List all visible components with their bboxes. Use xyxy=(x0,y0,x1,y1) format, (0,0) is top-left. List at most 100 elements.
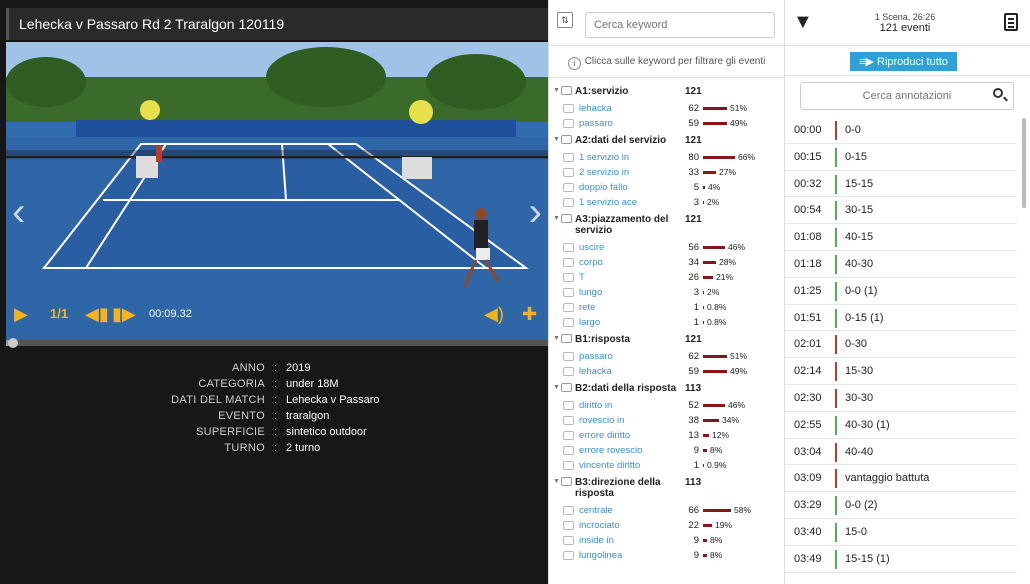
events-scrollbar[interactable] xyxy=(1022,118,1026,208)
keyword-item[interactable]: centrale 66 58% xyxy=(549,503,784,518)
video-player[interactable]: ‹ › ▶ 1/1 ◀▮ ▮▶ 00:09.32 ◀) ✚ xyxy=(6,42,548,340)
collapse-triangle-icon[interactable]: ▼ xyxy=(553,384,560,391)
previous-arrow-icon[interactable]: ‹ xyxy=(12,192,25,232)
sort-icon[interactable]: ⇅ xyxy=(557,12,573,28)
event-row[interactable]: 01:18 40-30 xyxy=(785,251,1017,278)
keyword-item[interactable]: passaro 59 49% xyxy=(549,116,784,131)
keyword-item[interactable]: 2 servizio in 33 27% xyxy=(549,165,784,180)
keyword-item[interactable]: passaro 62 51% xyxy=(549,349,784,364)
event-row[interactable]: 00:54 30-15 xyxy=(785,197,1017,225)
keyword-group-header[interactable]: ▼ A2:dati del servizio 121 xyxy=(549,131,784,150)
metadata-separator: : xyxy=(274,394,278,406)
collapse-triangle-icon[interactable]: ▼ xyxy=(553,136,560,143)
keyword-item[interactable]: lungolinea 9 8% xyxy=(549,548,784,563)
keyword-item[interactable]: doppio fallo 5 4% xyxy=(549,180,784,195)
keyword-item[interactable]: 1 servizio ace 3 2% xyxy=(549,195,784,210)
event-label: 0-15 xyxy=(845,150,868,163)
video-title: Lehecka v Passaro Rd 2 Traralgon 120119 xyxy=(6,8,548,40)
keyword-item[interactable]: diritto in 52 46% xyxy=(549,398,784,413)
keyword-search-input[interactable] xyxy=(585,12,775,38)
metadata-row: SUPERFICIE: sintetico outdoor xyxy=(0,426,548,442)
speed-button[interactable]: 1/1 xyxy=(50,306,68,321)
keyword-percent: 51% xyxy=(730,103,748,113)
event-row[interactable]: 02:55 40-30 (1) xyxy=(785,412,1017,439)
collapse-triangle-icon[interactable]: ▼ xyxy=(553,87,560,94)
keyword-count: 13 xyxy=(688,430,699,441)
keyword-percent: 46% xyxy=(728,242,746,252)
keyword-count: 9 xyxy=(693,535,699,546)
keyword-item[interactable]: lehacka 59 49% xyxy=(549,364,784,379)
step-forward-icon[interactable]: ▮▶ xyxy=(112,304,136,325)
keyword-item[interactable]: lungo 3 2% xyxy=(549,285,784,300)
keyword-bar xyxy=(703,404,725,407)
play-all-button[interactable]: ≡▶ Riproduci tutto xyxy=(850,52,957,71)
keyword-group-label: A2:dati del servizio xyxy=(575,135,667,146)
collapse-triangle-icon[interactable]: ▼ xyxy=(553,335,560,342)
event-row[interactable]: 03:04 40-40 xyxy=(785,439,1017,466)
event-row[interactable]: 03:40 15-0 xyxy=(785,519,1017,546)
event-row[interactable]: 01:08 40-15 xyxy=(785,224,1017,251)
keyword-item[interactable]: errore rovescio 9 8% xyxy=(549,443,784,458)
annotation-search-input[interactable] xyxy=(800,82,1014,110)
keyword-item[interactable]: corpo 34 28% xyxy=(549,255,784,270)
keyword-item[interactable]: uscire 56 46% xyxy=(549,240,784,255)
progress-handle[interactable] xyxy=(8,338,19,348)
keyword-percent: 21% xyxy=(716,272,734,282)
keyword-name: errore diritto xyxy=(579,430,631,441)
volume-icon[interactable]: ◀) xyxy=(484,304,504,325)
collapse-triangle-icon[interactable]: ▼ xyxy=(553,478,560,485)
keyword-group-header[interactable]: ▼ B2:dati della risposta 113 xyxy=(549,379,784,398)
event-row[interactable]: 01:25 0-0 (1) xyxy=(785,278,1017,305)
collapse-triangle-icon[interactable]: ▼ xyxy=(553,215,560,222)
keyword-item[interactable]: vincente diritto 1 0.9% xyxy=(549,458,784,473)
keyword-name: vincente diritto xyxy=(579,460,641,471)
event-row[interactable]: 03:09 vantaggio battuta xyxy=(785,465,1017,493)
list-icon[interactable] xyxy=(1004,13,1018,31)
keyword-group-header[interactable]: ▼ B3:direzione della risposta 113 xyxy=(549,473,784,503)
event-time: 03:04 xyxy=(794,445,822,458)
play-icon[interactable]: ▶ xyxy=(14,304,28,325)
keyword-group-count: 121 xyxy=(685,135,702,146)
keyword-count: 56 xyxy=(688,242,699,253)
keyword-item[interactable]: 1 servizio in 80 66% xyxy=(549,150,784,165)
keyword-group-header[interactable]: ▼ A1:servizio 121 xyxy=(549,82,784,101)
keyword-name: incrociato xyxy=(579,520,620,531)
keyword-item[interactable]: incrociato 22 19% xyxy=(549,518,784,533)
keyword-item[interactable]: largo 1 0.8% xyxy=(549,315,784,330)
event-label: 0-0 (2) xyxy=(845,499,878,512)
keyword-item[interactable]: T 26 21% xyxy=(549,270,784,285)
metadata-value: sintetico outdoor xyxy=(286,426,367,438)
event-row[interactable]: 00:32 15-15 xyxy=(785,171,1017,198)
video-progress-bar[interactable] xyxy=(6,338,548,348)
next-arrow-icon[interactable]: › xyxy=(529,192,542,232)
event-row[interactable]: 01:51 0-15 (1) xyxy=(785,305,1017,332)
events-pane: ▼ 1 Scena, 26:26 121 eventi ≡▶ Riproduci… xyxy=(785,0,1030,584)
fullscreen-icon[interactable]: ✚ xyxy=(522,304,537,325)
keyword-item[interactable]: rete 1 0.8% xyxy=(549,300,784,315)
event-label: 15-30 xyxy=(845,365,874,378)
event-marker xyxy=(835,147,837,167)
keyword-item[interactable]: inside in 9 8% xyxy=(549,533,784,548)
metadata-value: Lehecka v Passaro xyxy=(286,394,380,406)
filter-icon[interactable]: ▼ xyxy=(793,12,813,32)
event-label: 30-15 xyxy=(845,204,874,217)
event-row[interactable]: 03:49 15-15 (1) xyxy=(785,546,1017,573)
keyword-item[interactable]: lehacka 62 51% xyxy=(549,101,784,116)
tag-icon xyxy=(561,86,572,95)
search-icon[interactable] xyxy=(993,88,1003,98)
keyword-item[interactable]: errore diritto 13 12% xyxy=(549,428,784,443)
step-back-icon[interactable]: ◀▮ xyxy=(85,304,109,325)
event-label: 15-15 xyxy=(845,177,874,190)
keyword-group-header[interactable]: ▼ B1:risposta 121 xyxy=(549,330,784,349)
event-row[interactable]: 00:00 0-0 xyxy=(785,117,1017,144)
event-row[interactable]: 00:15 0-15 xyxy=(785,144,1017,171)
event-row[interactable]: 02:01 0-30 xyxy=(785,331,1017,359)
keyword-item[interactable]: rovescio in 38 34% xyxy=(549,413,784,428)
event-row[interactable]: 02:30 30-30 xyxy=(785,385,1017,412)
event-row[interactable]: 02:14 15-30 xyxy=(785,358,1017,385)
event-row[interactable]: 03:29 0-0 (2) xyxy=(785,492,1017,519)
keyword-bar xyxy=(703,464,704,467)
event-marker xyxy=(835,469,837,489)
keyword-group-header[interactable]: ▼ A3:piazzamento del servizio 121 xyxy=(549,210,784,240)
info-icon: i xyxy=(567,57,581,70)
